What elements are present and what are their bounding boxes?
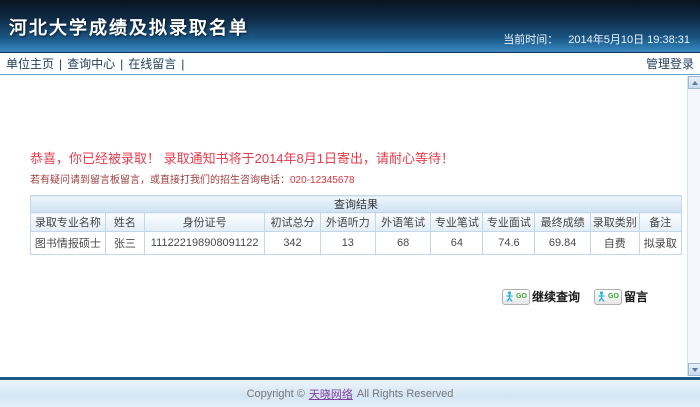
nav-item-home[interactable]: 单位主页 xyxy=(6,55,54,72)
down-arrow-icon xyxy=(692,368,698,372)
nav-separator: | xyxy=(120,57,123,71)
column-header: 姓名 xyxy=(105,213,144,232)
table-cell: 64 xyxy=(431,232,483,255)
admission-notice: 恭喜，你已经被录取！ 录取通知书将于2014年8月1日寄出，请耐心等待！ 若有疑… xyxy=(0,75,700,186)
table-cell: 自费 xyxy=(590,232,639,255)
content-area: 恭喜，你已经被录取！ 录取通知书将于2014年8月1日寄出，请耐心等待！ 若有疑… xyxy=(0,75,700,377)
table-title-row: 查询结果 xyxy=(31,196,682,213)
table-cell: 69.84 xyxy=(535,232,590,255)
nav-item-message-board[interactable]: 在线留言 xyxy=(128,55,176,72)
continue-query-button[interactable]: GO 继续查询 xyxy=(502,288,580,305)
nav-item-query-center[interactable]: 查询中心 xyxy=(67,55,115,72)
go-person-icon: GO xyxy=(594,289,622,305)
continue-query-label: 继续查询 xyxy=(532,288,580,305)
time-value: 2014年5月10日 19:38:31 xyxy=(568,34,690,46)
results-table: 查询结果 录取专业名称姓名身份证号初试总分外语听力外语笔试专业笔试专业面试最终成… xyxy=(30,195,682,255)
table-body: 图书情报硕士张三11122219890809112234213686474.66… xyxy=(31,232,682,255)
leave-message-button[interactable]: GO 留言 xyxy=(594,288,648,305)
hint-text: 若有疑问请到留言板留言，或直接打我们的招生咨询电话：020-12345678 xyxy=(30,171,700,186)
nav-separator: | xyxy=(181,57,184,71)
table-title: 查询结果 xyxy=(31,196,682,213)
table-cell: 74.6 xyxy=(483,232,535,255)
copyright-prefix: Copyright © xyxy=(247,388,305,400)
table-cell: 342 xyxy=(265,232,320,255)
page-title: 河北大学成绩及拟录取名单 xyxy=(9,14,249,40)
nav-separator: | xyxy=(59,57,62,71)
table-cell: 拟录取 xyxy=(639,232,681,255)
leave-message-label: 留言 xyxy=(624,288,648,305)
table-cell: 68 xyxy=(375,232,430,255)
table-row: 图书情报硕士张三11122219890809112234213686474.66… xyxy=(31,232,682,255)
column-header: 录取专业名称 xyxy=(31,213,106,232)
table-cell: 张三 xyxy=(105,232,144,255)
go-badge: GO xyxy=(608,293,619,300)
scroll-down-button[interactable] xyxy=(688,363,700,376)
table-cell: 图书情报硕士 xyxy=(31,232,106,255)
column-header: 外语听力 xyxy=(320,213,375,232)
site-link[interactable]: 天晓网络 xyxy=(309,386,353,402)
up-arrow-icon xyxy=(692,81,698,85)
vertical-scrollbar[interactable] xyxy=(687,76,700,376)
congrats-text: 恭喜，你已经被录取！ 录取通知书将于2014年8月1日寄出，请耐心等待！ xyxy=(30,148,700,167)
hint-prefix: 若有疑问请到留言板留言，或直接打我们的招生咨询电话： xyxy=(30,175,290,186)
nav-bar: 单位主页 | 查询中心 | 在线留言 | 管理登录 xyxy=(0,53,700,75)
column-header: 录取类别 xyxy=(590,213,639,232)
column-header: 身份证号 xyxy=(144,213,264,232)
hint-phone: 020-12345678 xyxy=(290,175,355,186)
time-label: 当前时间： xyxy=(503,34,558,46)
page-header: 河北大学成绩及拟录取名单 当前时间： 2014年5月10日 19:38:31 xyxy=(0,0,700,53)
admin-login-link[interactable]: 管理登录 xyxy=(646,55,694,72)
copyright-suffix: All Rights Reserved xyxy=(357,388,454,400)
go-badge: GO xyxy=(516,293,527,300)
current-time: 当前时间： 2014年5月10日 19:38:31 xyxy=(503,31,690,47)
scroll-up-button[interactable] xyxy=(688,76,700,89)
nav-links: 单位主页 | 查询中心 | 在线留言 | xyxy=(6,55,189,72)
column-header: 专业笔试 xyxy=(431,213,483,232)
column-header: 专业面试 xyxy=(483,213,535,232)
page-footer: Copyright © 天晓网络 All Rights Reserved xyxy=(0,380,700,407)
column-header: 备注 xyxy=(639,213,681,232)
action-buttons: GO 继续查询 GO 留言 xyxy=(0,288,700,305)
column-header: 最终成绩 xyxy=(535,213,590,232)
column-header: 外语笔试 xyxy=(375,213,430,232)
table-cell: 111222198908091122 xyxy=(144,232,264,255)
go-person-icon: GO xyxy=(502,289,530,305)
table-cell: 13 xyxy=(320,232,375,255)
column-header: 初试总分 xyxy=(265,213,320,232)
table-header-row: 录取专业名称姓名身份证号初试总分外语听力外语笔试专业笔试专业面试最终成绩录取类别… xyxy=(31,213,682,232)
